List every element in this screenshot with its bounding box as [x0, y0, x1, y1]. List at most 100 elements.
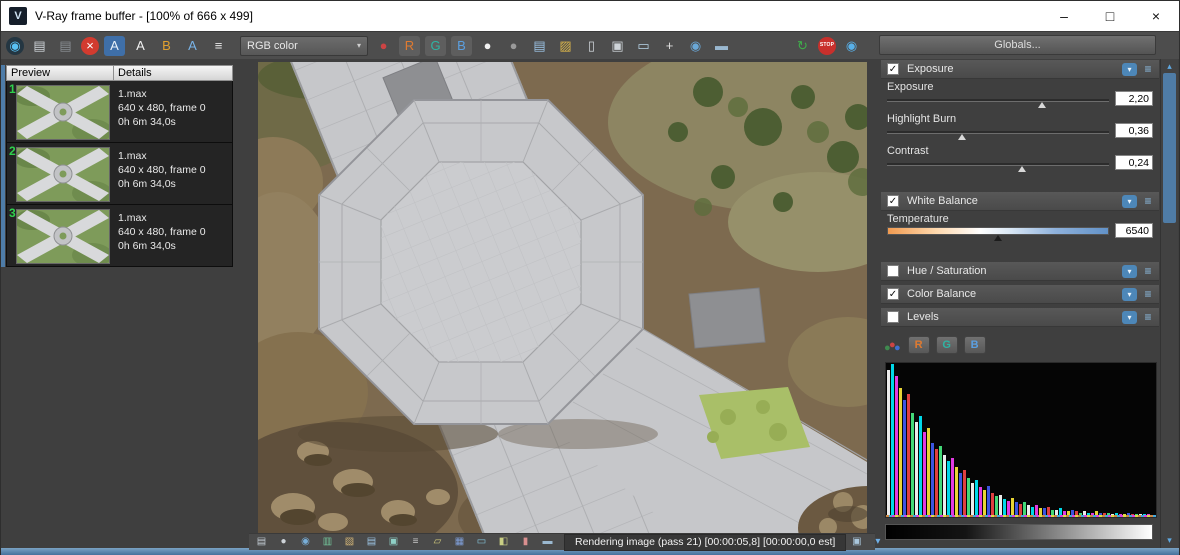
mono-gray-icon[interactable]: ● [503, 36, 524, 56]
white-balance-checkbox[interactable]: ✓ [887, 195, 899, 207]
vertical-scrollbar-thumb[interactable] [1163, 73, 1176, 223]
close-button[interactable]: × [1133, 1, 1179, 31]
show-b-icon[interactable]: B [156, 36, 177, 56]
vertical-scrollbar[interactable]: ▴ ▾ [1160, 59, 1178, 548]
collapse-icon[interactable]: ▾ [1122, 62, 1137, 76]
scroll-down-icon[interactable]: ▾ [1161, 535, 1178, 546]
contrast-value-input[interactable] [1115, 155, 1153, 170]
temperature-gradient-track[interactable] [887, 227, 1109, 241]
monitor-icon[interactable]: ▣ [385, 535, 402, 550]
history-thumbnail[interactable] [16, 85, 110, 140]
clipboard-icon[interactable]: ▯ [581, 36, 602, 56]
exposure-checkbox[interactable]: ✓ [887, 63, 899, 75]
collapse-icon[interactable]: ▾ [1122, 264, 1137, 278]
rgb-channels-icon[interactable]: ● [373, 36, 394, 56]
history-thumbnail[interactable] [16, 209, 110, 264]
highlight-burn-value-input[interactable] [1115, 123, 1153, 138]
interactive-render-eye-icon[interactable]: ◉ [841, 36, 862, 56]
preview-window-icon[interactable]: ▣ [848, 535, 865, 550]
slider-marker[interactable] [1018, 166, 1027, 172]
render-last-button[interactable]: ◉ [6, 36, 24, 55]
mono-white-icon[interactable]: ● [477, 36, 498, 56]
color-corrections-icon[interactable]: ▧ [341, 535, 358, 550]
pixel-info-icon[interactable]: ◉ [297, 535, 314, 550]
refresh-icon[interactable]: ↻ [792, 36, 813, 56]
section-menu-icon[interactable]: ≡ [1141, 310, 1155, 324]
vfb-menu-icon[interactable]: ≡ [208, 36, 229, 56]
color-balance-checkbox[interactable]: ✓ [887, 288, 899, 300]
hue-saturation-checkbox[interactable] [887, 265, 899, 277]
save-all-images-icon[interactable]: ▤ [55, 36, 76, 56]
collapse-icon[interactable]: ▾ [1122, 310, 1137, 324]
history-row[interactable]: 3 1.max 640 x 480, frame 0 0h 6m 34,0s [6, 205, 233, 267]
copy-image-icon[interactable]: ▣ [607, 36, 628, 56]
grid-icon[interactable]: ▦ [451, 535, 468, 550]
history-row[interactable]: 2 1.max 640 x 480, frame 0 0h 6m 34,0s [6, 143, 233, 205]
levels-icon[interactable]: ▮ [517, 535, 534, 550]
track-mouse-icon[interactable]: + [659, 36, 680, 56]
levels-green-button[interactable]: G [935, 336, 958, 354]
history-scrollbar[interactable] [1, 65, 5, 267]
monitor-icon[interactable]: ▭ [633, 36, 654, 56]
region-render-icon[interactable]: ▭ [473, 535, 490, 550]
collapse-icon[interactable]: ▾ [1122, 194, 1137, 208]
show-a-icon[interactable]: A [130, 36, 151, 56]
scroll-up-icon[interactable]: ▴ [1161, 61, 1178, 72]
levels-checkbox[interactable] [887, 311, 899, 323]
section-hue-saturation-header[interactable]: Hue / Saturation ▾ ≡ [881, 262, 1159, 280]
history-render-time: 0h 6m 34,0s [118, 116, 176, 128]
history-column-preview[interactable]: Preview [6, 65, 114, 81]
stop-render-button[interactable]: STOP [818, 36, 836, 55]
section-white-balance-header[interactable]: ✓ White Balance ▾ ≡ [881, 192, 1159, 210]
slider-track[interactable] [887, 163, 1109, 172]
sphere-icon[interactable]: ● [275, 535, 292, 550]
history-row-details: 1.max 640 x 480, frame 0 0h 6m 34,0s [118, 211, 206, 253]
compare-ab-icon[interactable]: A [182, 36, 203, 56]
slider-track[interactable] [887, 131, 1109, 140]
section-levels-header[interactable]: Levels ▾ ≡ [881, 308, 1159, 326]
slider-marker[interactable] [1038, 102, 1047, 108]
history-column-details[interactable]: Details [114, 65, 233, 81]
annotate-icon[interactable]: ▱ [429, 535, 446, 550]
channel-dropdown[interactable]: RGB color ▾ [240, 35, 368, 56]
globals-button[interactable]: Globals... [879, 35, 1156, 55]
section-menu-icon[interactable]: ≡ [1141, 287, 1155, 301]
save-corrections-icon[interactable]: ▤ [363, 535, 380, 550]
collapse-icon[interactable]: ▾ [1122, 287, 1137, 301]
histogram-icon[interactable]: ▥ [319, 535, 336, 550]
green-channel-button[interactable]: G [425, 35, 446, 56]
history-thumbnail[interactable] [16, 147, 110, 202]
stamp-icon[interactable]: ▬ [711, 36, 732, 56]
section-menu-icon[interactable]: ≡ [1141, 62, 1155, 76]
section-color-balance-header[interactable]: ✓ Color Balance ▾ ≡ [881, 285, 1159, 303]
section-menu-icon[interactable]: ≡ [1141, 264, 1155, 278]
maximize-button[interactable]: □ [1087, 1, 1133, 31]
layers-icon[interactable]: ≡ [407, 535, 424, 550]
open-folder-icon[interactable]: ▨ [555, 36, 576, 56]
ruler-icon[interactable]: ▬ [539, 535, 556, 550]
history-row[interactable]: 1 1.max 640 x 480, frame 0 0h 6m 34,0s [6, 81, 233, 143]
stamp-icon[interactable]: ▤ [253, 535, 270, 550]
clear-image-icon[interactable]: × [81, 36, 99, 55]
titlebar[interactable]: V V-Ray frame buffer - [100% of 666 x 49… [1, 1, 1179, 31]
red-channel-button[interactable]: R [399, 35, 420, 56]
levels-red-button[interactable]: R [907, 336, 930, 354]
rgb-circles-icon[interactable]: ● [889, 339, 896, 351]
section-exposure-header[interactable]: ✓ Exposure ▾ ≡ [881, 60, 1159, 78]
bottom-toolbar-icons: ▤ ● ◉ ▥ ▧ ▤ ▣ ≡ ▱ ▦ ▭ ◧ ▮ ▬ [253, 535, 556, 550]
store-a-icon[interactable]: A [104, 35, 125, 56]
pixel-info-icon[interactable]: ◉ [685, 36, 706, 56]
save-channels-icon[interactable]: ▤ [529, 36, 550, 56]
histogram-bar [1015, 502, 1018, 516]
minimize-button[interactable]: – [1041, 1, 1087, 31]
compare-icon[interactable]: ◧ [495, 535, 512, 550]
temperature-value-input[interactable] [1115, 223, 1153, 238]
slider-track[interactable] [887, 99, 1109, 108]
levels-blue-button[interactable]: B [963, 336, 986, 354]
exposure-value-input[interactable] [1115, 91, 1153, 106]
blue-channel-button[interactable]: B [451, 35, 472, 56]
slider-marker[interactable] [958, 134, 967, 140]
save-image-icon[interactable]: ▤ [29, 36, 50, 56]
slider-marker[interactable] [994, 235, 1002, 241]
section-menu-icon[interactable]: ≡ [1141, 194, 1155, 208]
